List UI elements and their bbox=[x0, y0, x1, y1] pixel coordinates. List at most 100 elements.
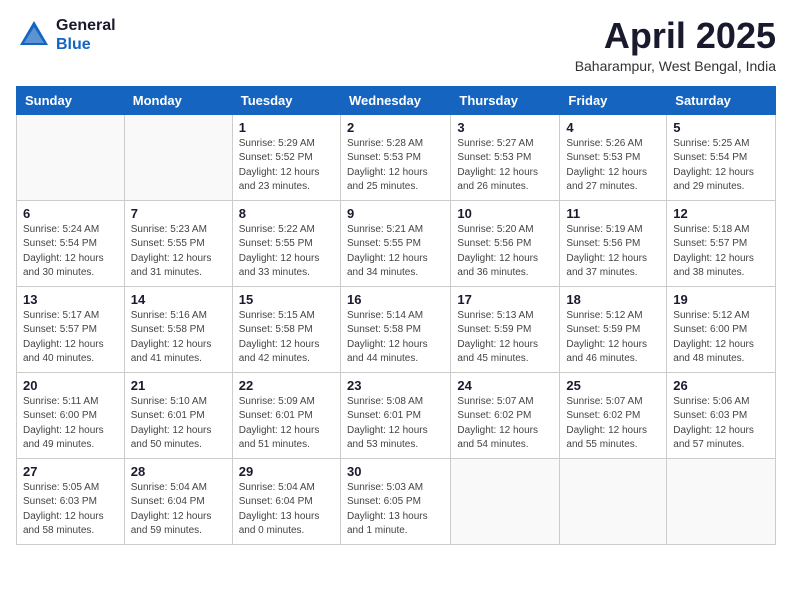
header-thursday: Thursday bbox=[451, 86, 560, 114]
day-number: 12 bbox=[673, 206, 769, 221]
day-number: 2 bbox=[347, 120, 444, 135]
day-number: 22 bbox=[239, 378, 334, 393]
day-number: 17 bbox=[457, 292, 553, 307]
calendar-cell: 5 Sunrise: 5:25 AM Sunset: 5:54 PM Daylig… bbox=[667, 114, 776, 200]
calendar-cell: 19 Sunrise: 5:12 AM Sunset: 6:00 PM Dayli… bbox=[667, 286, 776, 372]
calendar-cell: 20 Sunrise: 5:11 AM Sunset: 6:00 PM Dayli… bbox=[17, 372, 125, 458]
day-info: Sunrise: 5:03 AM Sunset: 6:05 PM Dayligh… bbox=[347, 481, 444, 539]
calendar-cell bbox=[17, 114, 125, 200]
month-title: April 2025 bbox=[575, 16, 776, 56]
calendar-cell: 28Sunrise: 5:04 AM Sunset: 6:04 PM Dayli… bbox=[124, 458, 232, 544]
day-info: Sunrise: 5:18 AM Sunset: 5:57 PM Dayligh… bbox=[673, 223, 769, 281]
calendar-week-3: 13 Sunrise: 5:17 AM Sunset: 5:57 PM Dayli… bbox=[17, 286, 776, 372]
day-number: 23 bbox=[347, 378, 444, 393]
day-info: Sunrise: 5:09 AM Sunset: 6:01 PM Dayligh… bbox=[239, 395, 334, 453]
header-friday: Friday bbox=[560, 86, 667, 114]
header-wednesday: Wednesday bbox=[340, 86, 450, 114]
logo-blue: Blue bbox=[56, 35, 116, 54]
day-info: Sunrise: 5:25 AM Sunset: 5:54 PM Dayligh… bbox=[673, 137, 769, 195]
day-info: Sunrise: 5:14 AM Sunset: 5:58 PM Dayligh… bbox=[347, 309, 444, 367]
calendar-cell: 15 Sunrise: 5:15 AM Sunset: 5:58 PM Dayli… bbox=[232, 286, 340, 372]
day-number: 20 bbox=[23, 378, 118, 393]
day-number: 9 bbox=[347, 206, 444, 221]
calendar-cell bbox=[451, 458, 560, 544]
day-info: Sunrise: 5:05 AM Sunset: 6:03 PM Dayligh… bbox=[23, 481, 118, 539]
day-number: 21 bbox=[131, 378, 226, 393]
day-number: 7 bbox=[131, 206, 226, 221]
day-number: 26 bbox=[673, 378, 769, 393]
calendar-cell: 7 Sunrise: 5:23 AM Sunset: 5:55 PM Daylig… bbox=[124, 200, 232, 286]
day-info: Sunrise: 5:10 AM Sunset: 6:01 PM Dayligh… bbox=[131, 395, 226, 453]
header-monday: Monday bbox=[124, 86, 232, 114]
calendar-cell bbox=[667, 458, 776, 544]
calendar-table: SundayMondayTuesdayWednesdayThursdayFrid… bbox=[16, 86, 776, 545]
calendar-cell: 8 Sunrise: 5:22 AM Sunset: 5:55 PM Daylig… bbox=[232, 200, 340, 286]
day-number: 25 bbox=[566, 378, 660, 393]
day-number: 11 bbox=[566, 206, 660, 221]
day-number: 5 bbox=[673, 120, 769, 135]
title-area: April 2025 Baharampur, West Bengal, Indi… bbox=[575, 16, 776, 74]
day-number: 30 bbox=[347, 464, 444, 479]
header-saturday: Saturday bbox=[667, 86, 776, 114]
logo-icon bbox=[16, 17, 52, 53]
day-number: 27 bbox=[23, 464, 118, 479]
calendar-week-4: 20 Sunrise: 5:11 AM Sunset: 6:00 PM Dayli… bbox=[17, 372, 776, 458]
calendar-cell: 13 Sunrise: 5:17 AM Sunset: 5:57 PM Dayli… bbox=[17, 286, 125, 372]
day-info: Sunrise: 5:26 AM Sunset: 5:53 PM Dayligh… bbox=[566, 137, 660, 195]
day-number: 28 bbox=[131, 464, 226, 479]
day-number: 13 bbox=[23, 292, 118, 307]
day-number: 6 bbox=[23, 206, 118, 221]
calendar-cell: 17 Sunrise: 5:13 AM Sunset: 5:59 PM Dayli… bbox=[451, 286, 560, 372]
day-info: Sunrise: 5:04 AM Sunset: 6:04 PM Dayligh… bbox=[239, 481, 334, 539]
calendar-cell: 4Sunrise: 5:26 AM Sunset: 5:53 PM Daylig… bbox=[560, 114, 667, 200]
day-number: 19 bbox=[673, 292, 769, 307]
day-number: 16 bbox=[347, 292, 444, 307]
day-info: Sunrise: 5:21 AM Sunset: 5:55 PM Dayligh… bbox=[347, 223, 444, 281]
day-number: 15 bbox=[239, 292, 334, 307]
calendar-cell: 27 Sunrise: 5:05 AM Sunset: 6:03 PM Dayli… bbox=[17, 458, 125, 544]
header-sunday: Sunday bbox=[17, 86, 125, 114]
calendar-cell: 11Sunrise: 5:19 AM Sunset: 5:56 PM Dayli… bbox=[560, 200, 667, 286]
day-info: Sunrise: 5:16 AM Sunset: 5:58 PM Dayligh… bbox=[131, 309, 226, 367]
day-info: Sunrise: 5:12 AM Sunset: 6:00 PM Dayligh… bbox=[673, 309, 769, 367]
calendar-cell bbox=[124, 114, 232, 200]
calendar-cell bbox=[560, 458, 667, 544]
calendar-cell: 30 Sunrise: 5:03 AM Sunset: 6:05 PM Dayli… bbox=[340, 458, 450, 544]
header-tuesday: Tuesday bbox=[232, 86, 340, 114]
day-info: Sunrise: 5:24 AM Sunset: 5:54 PM Dayligh… bbox=[23, 223, 118, 281]
calendar-cell: 3 Sunrise: 5:27 AM Sunset: 5:53 PM Daylig… bbox=[451, 114, 560, 200]
calendar-cell: 12 Sunrise: 5:18 AM Sunset: 5:57 PM Dayli… bbox=[667, 200, 776, 286]
day-info: Sunrise: 5:11 AM Sunset: 6:00 PM Dayligh… bbox=[23, 395, 118, 453]
day-info: Sunrise: 5:07 AM Sunset: 6:02 PM Dayligh… bbox=[566, 395, 660, 453]
day-info: Sunrise: 5:13 AM Sunset: 5:59 PM Dayligh… bbox=[457, 309, 553, 367]
calendar-cell: 14Sunrise: 5:16 AM Sunset: 5:58 PM Dayli… bbox=[124, 286, 232, 372]
calendar-cell: 29Sunrise: 5:04 AM Sunset: 6:04 PM Dayli… bbox=[232, 458, 340, 544]
calendar-cell: 18Sunrise: 5:12 AM Sunset: 5:59 PM Dayli… bbox=[560, 286, 667, 372]
day-info: Sunrise: 5:29 AM Sunset: 5:52 PM Dayligh… bbox=[239, 137, 334, 195]
header: General Blue April 2025 Baharampur, West… bbox=[16, 16, 776, 74]
calendar-week-1: 1 Sunrise: 5:29 AM Sunset: 5:52 PM Daylig… bbox=[17, 114, 776, 200]
day-number: 18 bbox=[566, 292, 660, 307]
calendar-cell: 6 Sunrise: 5:24 AM Sunset: 5:54 PM Daylig… bbox=[17, 200, 125, 286]
day-info: Sunrise: 5:23 AM Sunset: 5:55 PM Dayligh… bbox=[131, 223, 226, 281]
day-info: Sunrise: 5:17 AM Sunset: 5:57 PM Dayligh… bbox=[23, 309, 118, 367]
calendar-cell: 24Sunrise: 5:07 AM Sunset: 6:02 PM Dayli… bbox=[451, 372, 560, 458]
day-info: Sunrise: 5:22 AM Sunset: 5:55 PM Dayligh… bbox=[239, 223, 334, 281]
day-info: Sunrise: 5:15 AM Sunset: 5:58 PM Dayligh… bbox=[239, 309, 334, 367]
day-info: Sunrise: 5:28 AM Sunset: 5:53 PM Dayligh… bbox=[347, 137, 444, 195]
day-number: 1 bbox=[239, 120, 334, 135]
calendar-cell: 16 Sunrise: 5:14 AM Sunset: 5:58 PM Dayli… bbox=[340, 286, 450, 372]
location: Baharampur, West Bengal, India bbox=[575, 58, 776, 74]
day-info: Sunrise: 5:06 AM Sunset: 6:03 PM Dayligh… bbox=[673, 395, 769, 453]
day-number: 8 bbox=[239, 206, 334, 221]
day-number: 10 bbox=[457, 206, 553, 221]
day-info: Sunrise: 5:27 AM Sunset: 5:53 PM Dayligh… bbox=[457, 137, 553, 195]
day-info: Sunrise: 5:20 AM Sunset: 5:56 PM Dayligh… bbox=[457, 223, 553, 281]
day-number: 3 bbox=[457, 120, 553, 135]
calendar-cell: 1 Sunrise: 5:29 AM Sunset: 5:52 PM Daylig… bbox=[232, 114, 340, 200]
calendar-cell: 21 Sunrise: 5:10 AM Sunset: 6:01 PM Dayli… bbox=[124, 372, 232, 458]
logo: General Blue bbox=[16, 16, 116, 54]
calendar-week-5: 27 Sunrise: 5:05 AM Sunset: 6:03 PM Dayli… bbox=[17, 458, 776, 544]
calendar-cell: 9 Sunrise: 5:21 AM Sunset: 5:55 PM Daylig… bbox=[340, 200, 450, 286]
calendar-week-2: 6 Sunrise: 5:24 AM Sunset: 5:54 PM Daylig… bbox=[17, 200, 776, 286]
